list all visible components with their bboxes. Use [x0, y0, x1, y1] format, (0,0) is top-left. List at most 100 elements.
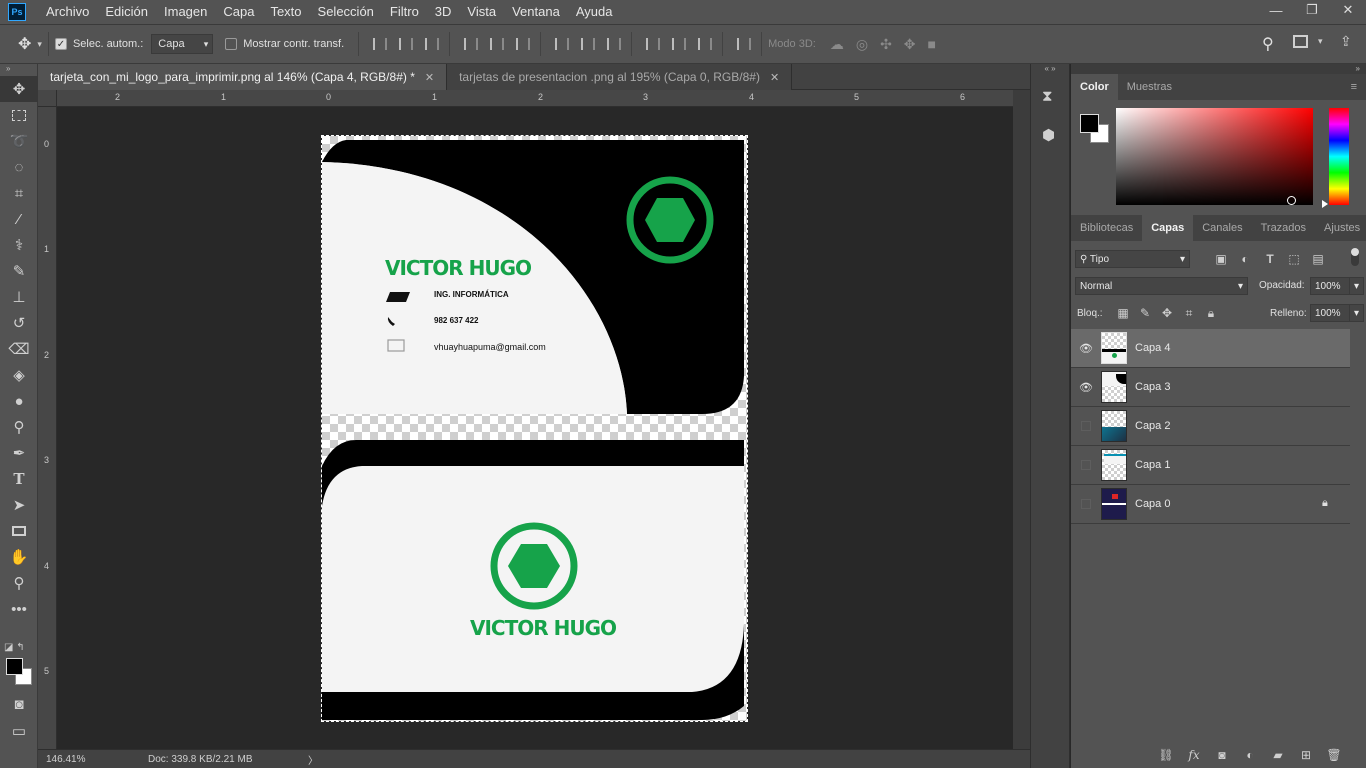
rectangle-tool-icon[interactable] [0, 518, 38, 544]
move-tool-icon[interactable]: ✥ [18, 34, 31, 54]
distribute-right-icon[interactable] [695, 36, 713, 52]
stamp-tool-icon[interactable]: ⊥ [0, 284, 38, 310]
share-icon[interactable]: ⇪ [1340, 33, 1352, 50]
chevron-down-icon[interactable]: ▾ [1318, 36, 1323, 47]
document-canvas[interactable]: VICTOR HUGO ING. INFORMÁTICA 982 637 422… [321, 135, 748, 722]
tab-bibliotecas[interactable]: Bibliotecas [1071, 215, 1142, 241]
menu-imagen[interactable]: Imagen [156, 0, 215, 24]
layer-name[interactable]: Capa 4 [1135, 342, 1170, 354]
pen-tool-icon[interactable]: ✒ [0, 440, 38, 466]
menu-texto[interactable]: Texto [262, 0, 309, 24]
show-transform-checkbox[interactable] [225, 38, 238, 50]
new-group-icon[interactable]: ▰ [1268, 745, 1288, 765]
filter-type-icon[interactable]: T [1260, 249, 1280, 269]
tab-muestras[interactable]: Muestras [1118, 74, 1181, 100]
zoom-level[interactable]: 146.41% [38, 754, 138, 765]
search-icon[interactable]: ⚲ [1262, 34, 1274, 54]
layer-name[interactable]: Capa 1 [1135, 459, 1170, 471]
brush-tool-icon[interactable]: ✎ [0, 258, 38, 284]
distribute-top-icon[interactable] [552, 36, 570, 52]
foreground-color-swatch[interactable] [6, 658, 23, 675]
filter-pixel-icon[interactable]: ▣ [1211, 249, 1231, 269]
crop-tool-icon[interactable]: ⌗ [0, 180, 38, 206]
color-picker-field[interactable] [1116, 108, 1313, 205]
blend-mode-dropdown[interactable]: Normal ▾ [1075, 277, 1248, 295]
fx-icon[interactable]: fx [1184, 745, 1204, 765]
workspace-icon[interactable] [1293, 35, 1308, 48]
swap-colors-icon[interactable]: ◪ ↰ [4, 642, 25, 653]
lock-position-icon[interactable]: ✥ [1157, 303, 1177, 323]
lock-transparency-icon[interactable]: ▦ [1113, 303, 1133, 323]
history-brush-tool-icon[interactable]: ↺ [0, 310, 38, 336]
more-tools-icon[interactable]: ••• [0, 596, 38, 622]
link-layers-icon[interactable]: ⛓ [1156, 745, 1176, 765]
menu-filtro[interactable]: Filtro [382, 0, 427, 24]
auto-align-icon[interactable] [734, 36, 752, 52]
lasso-tool-icon[interactable]: ➰ [0, 128, 38, 154]
tab-color[interactable]: Color [1071, 74, 1118, 100]
restore-button[interactable]: ❐ [1294, 0, 1330, 20]
type-tool-icon[interactable]: T [0, 466, 38, 492]
tab-document-2[interactable]: tarjetas de presentacion .png al 195% (C… [447, 64, 793, 90]
menu-ventana[interactable]: Ventana [504, 0, 568, 24]
layer-name[interactable]: Capa 0 [1135, 498, 1170, 510]
auto-select-target-dropdown[interactable]: Capa ▾ [151, 34, 214, 54]
collapse-arrows-icon[interactable]: » [1071, 64, 1366, 74]
ruler-origin[interactable] [38, 90, 57, 107]
history-panel-icon[interactable]: ⧗ [1042, 88, 1053, 105]
layer-name[interactable]: Capa 2 [1135, 420, 1170, 432]
auto-select-checkbox[interactable]: ✓ [54, 38, 67, 50]
menu-edicion[interactable]: Edición [97, 0, 156, 24]
menu-3d[interactable]: 3D [427, 0, 460, 24]
slide-3d-icon[interactable]: ✥ [904, 36, 916, 53]
distribute-bottom-icon[interactable] [604, 36, 622, 52]
layer-row[interactable]: 👁︎ Capa 4 [1071, 329, 1350, 368]
layer-row[interactable]: 👁︎ Capa 3 [1071, 368, 1350, 407]
lock-pixels-icon[interactable]: ✎ [1135, 303, 1155, 323]
tab-canales[interactable]: Canales [1193, 215, 1251, 241]
roll-3d-icon[interactable]: ◎ [856, 36, 868, 53]
video-3d-icon[interactable]: ■ [928, 36, 936, 52]
menu-capa[interactable]: Capa [215, 0, 262, 24]
blur-tool-icon[interactable]: ● [0, 388, 38, 414]
color-foreground-swatch[interactable] [1080, 114, 1099, 133]
layer-row[interactable]: Capa 1 [1071, 446, 1350, 485]
hue-slider-thumb[interactable] [1322, 200, 1328, 208]
align-bottom-icon[interactable] [422, 36, 440, 52]
lock-artboard-icon[interactable]: ⌗ [1179, 303, 1199, 323]
filter-shape-icon[interactable]: ⬚ [1284, 249, 1304, 269]
layer-row[interactable]: Capa 0 🔒︎ [1071, 485, 1350, 524]
opacity-dropdown[interactable]: ▾ [1349, 277, 1364, 295]
eye-icon[interactable]: 👁︎ [1071, 342, 1101, 355]
align-hcenter-icon[interactable] [487, 36, 505, 52]
layer-filter-dropdown[interactable]: ⚲ Tipo ▾ [1075, 250, 1190, 268]
align-right-icon[interactable] [513, 36, 531, 52]
eyedropper-tool-icon[interactable]: ⁄ [0, 206, 38, 232]
distribute-vcenter-icon[interactable] [578, 36, 596, 52]
hue-slider[interactable] [1329, 108, 1349, 205]
menu-vista[interactable]: Vista [459, 0, 504, 24]
healing-brush-tool-icon[interactable]: ⚕ [0, 232, 38, 258]
collapse-arrows-icon[interactable]: » [0, 64, 37, 76]
vertical-scrollbar[interactable] [1013, 90, 1030, 749]
fill-input[interactable]: 100% [1310, 304, 1350, 322]
quick-mask-icon[interactable]: ◙ [0, 691, 38, 717]
status-menu-arrow[interactable]: 〉 [308, 752, 318, 767]
menu-seleccion[interactable]: Selección [310, 0, 382, 24]
visibility-toggle[interactable] [1071, 499, 1101, 509]
collapse-arrows-icon[interactable]: « » [1031, 64, 1069, 73]
hand-tool-icon[interactable]: ✋ [0, 544, 38, 570]
layer-row[interactable]: Capa 2 [1071, 407, 1350, 446]
ruler-horizontal[interactable]: 2 1 0 1 2 3 4 5 6 [57, 90, 1013, 107]
distribute-hcenter-icon[interactable] [669, 36, 687, 52]
chevron-down-icon[interactable]: ▾ [37, 39, 42, 50]
properties-panel-icon[interactable]: ⬢ [1042, 126, 1055, 144]
filter-toggle[interactable] [1351, 248, 1359, 266]
filter-smart-object-icon[interactable]: ▤ [1308, 249, 1328, 269]
close-icon[interactable]: ✕ [770, 71, 779, 84]
visibility-toggle[interactable] [1071, 460, 1101, 470]
menu-ayuda[interactable]: Ayuda [568, 0, 621, 24]
quick-select-tool-icon[interactable]: ◌ [0, 154, 38, 180]
fill-dropdown[interactable]: ▾ [1349, 304, 1364, 322]
drag-3d-icon[interactable]: ✣ [880, 36, 892, 53]
